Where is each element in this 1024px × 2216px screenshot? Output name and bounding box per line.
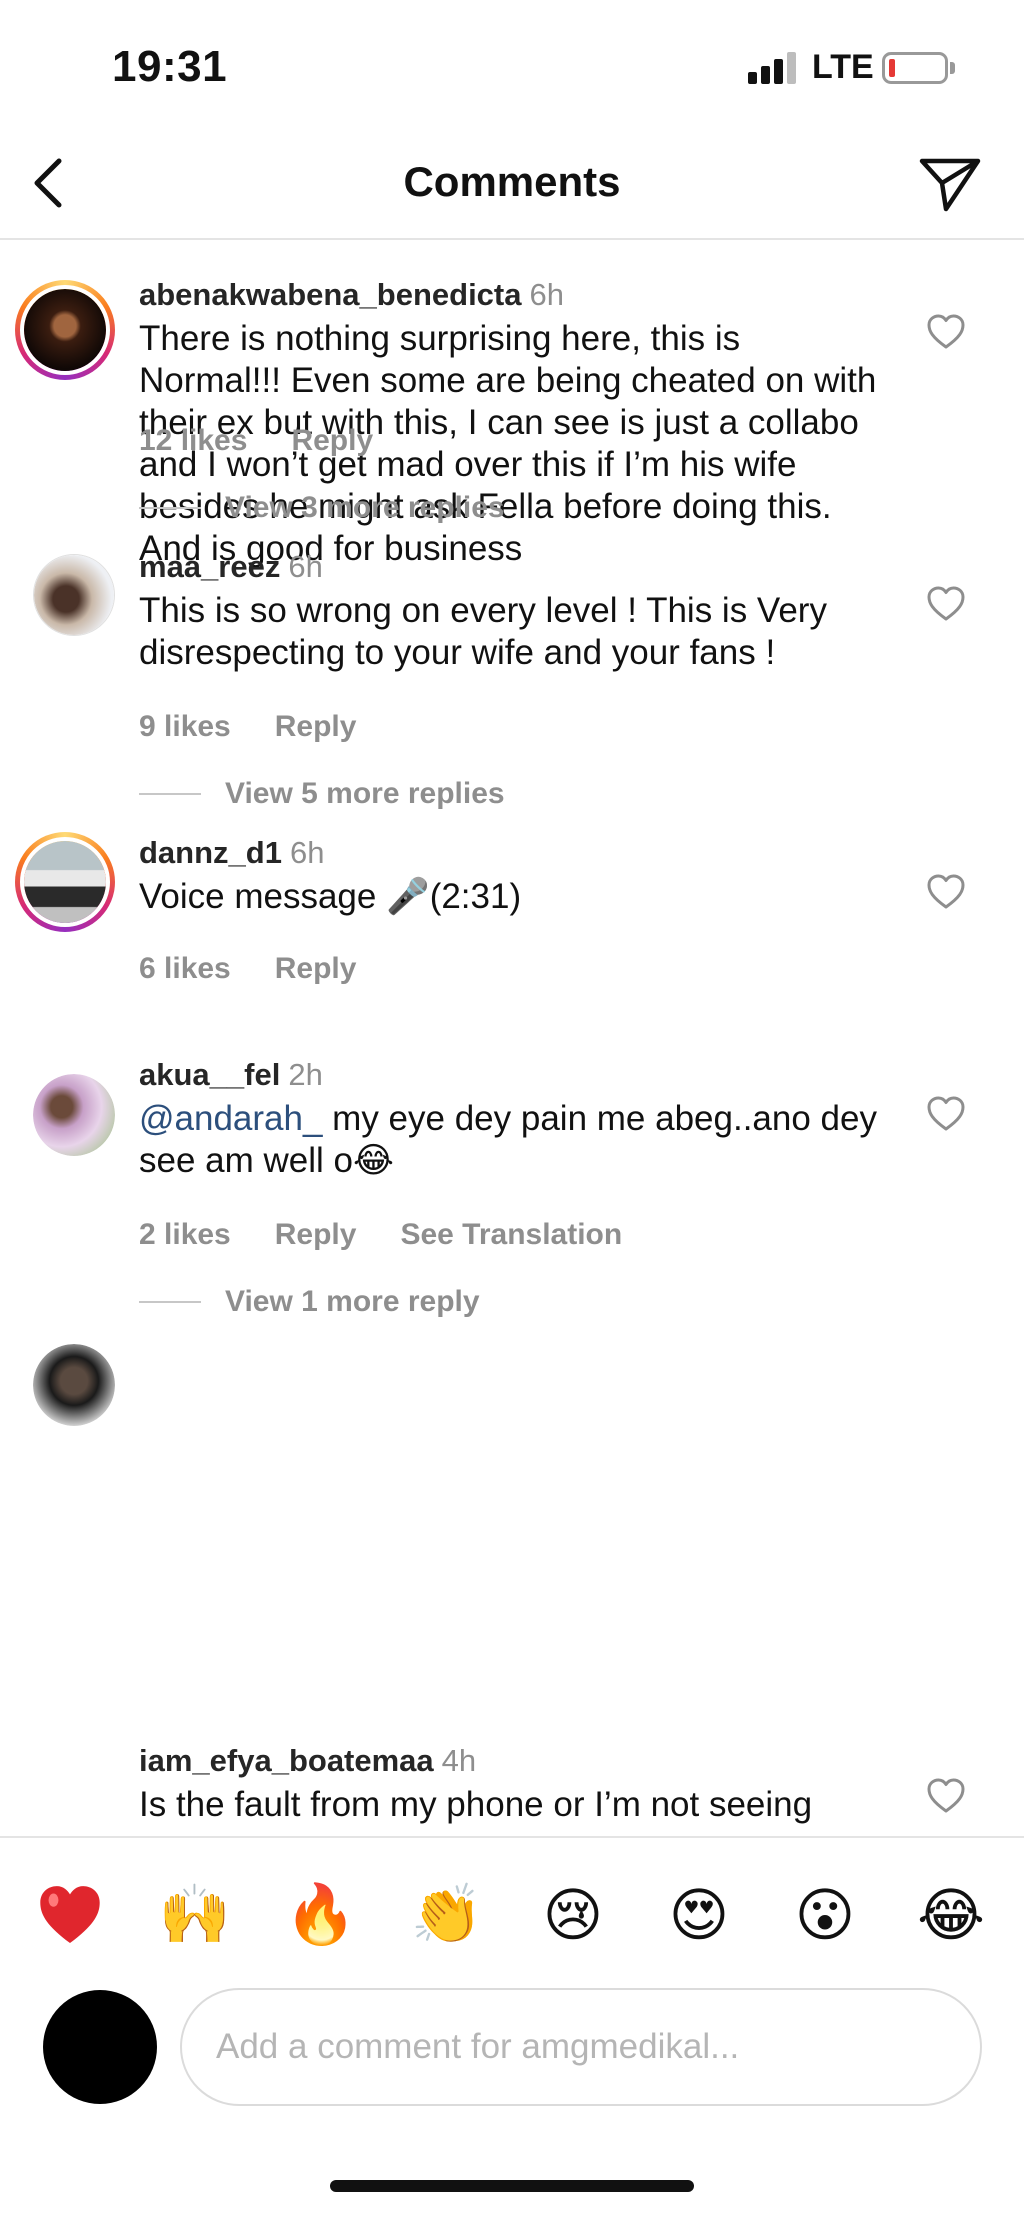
view-replies-label: View 3 more replies bbox=[225, 491, 505, 524]
heart-icon bbox=[927, 1778, 965, 1813]
network-type: LTE bbox=[812, 48, 874, 86]
clapping-hands-emoji[interactable]: 👏 bbox=[410, 1878, 484, 1952]
comment-actions: 2 likes Reply See Translation bbox=[139, 1218, 666, 1252]
avatar bbox=[43, 1990, 157, 2104]
status-time: 19:31 bbox=[112, 42, 228, 91]
surprised-face-emoji[interactable]: 😮 bbox=[788, 1878, 862, 1952]
see-translation-button[interactable]: See Translation bbox=[400, 1218, 622, 1251]
comment-meta: iam_efya_boatemaa 4h bbox=[139, 1742, 476, 1780]
reply-button[interactable]: Reply bbox=[275, 952, 357, 985]
comment-meta: maa_reez 6h bbox=[139, 548, 323, 586]
comment-text: Is the fault from my phone or I’m not se… bbox=[139, 1785, 813, 1824]
likes-count[interactable]: 12 likes bbox=[139, 424, 247, 457]
avatar[interactable] bbox=[15, 280, 115, 380]
comment-input[interactable] bbox=[180, 1988, 982, 2106]
heart-icon bbox=[927, 314, 965, 349]
view-replies-label: View 5 more replies bbox=[225, 777, 505, 810]
likes-count[interactable]: 2 likes bbox=[139, 1218, 231, 1251]
heart-icon bbox=[927, 874, 965, 909]
like-button[interactable] bbox=[926, 584, 966, 624]
avatar[interactable] bbox=[33, 1344, 115, 1426]
likes-count[interactable]: 9 likes bbox=[139, 710, 231, 743]
comment-actions: 6 likes Reply bbox=[139, 952, 400, 986]
quick-reactions-bar: 🙌 🔥 👏 😢 😍 😮 😂 bbox=[0, 1836, 1024, 1976]
fire-emoji[interactable]: 🔥 bbox=[284, 1878, 358, 1952]
heart-icon bbox=[927, 1096, 965, 1131]
comment-text: @andarah_ my eye dey pain me abeg..ano d… bbox=[139, 1098, 879, 1182]
avatar[interactable] bbox=[33, 554, 115, 636]
comment-username[interactable]: iam_efya_boatemaa bbox=[139, 1743, 434, 1778]
voice-message-label: Voice message bbox=[139, 877, 387, 916]
view-replies-button[interactable]: View 5 more replies bbox=[139, 774, 505, 814]
laughing-emoji[interactable]: 😂 bbox=[914, 1878, 988, 1952]
raising-hands-emoji[interactable]: 🙌 bbox=[158, 1878, 232, 1952]
comment-time: 6h bbox=[289, 835, 325, 870]
comment-text: This is so wrong on every level ! This i… bbox=[139, 591, 827, 672]
view-replies-label: View 1 more reply bbox=[225, 1285, 480, 1318]
page-title: Comments bbox=[403, 158, 621, 205]
comment-actions: 9 likes Reply bbox=[139, 710, 400, 744]
avatar[interactable] bbox=[33, 1074, 115, 1156]
heart-eyes-emoji[interactable]: 😍 bbox=[662, 1878, 736, 1952]
status-bar: 19:31 LTE bbox=[0, 0, 1024, 130]
cellular-signal-icon bbox=[748, 52, 800, 84]
comment-meta: akua__fel 2h bbox=[139, 1056, 323, 1094]
paper-plane-icon bbox=[919, 158, 981, 212]
comment-time: 4h bbox=[441, 1743, 477, 1778]
comment-time: 6h bbox=[288, 549, 323, 584]
comments-list[interactable]: abenakwabena_benedicta 6h There is nothin… bbox=[0, 242, 1024, 1836]
comment-meta: abenakwabena_benedicta 6h bbox=[139, 276, 564, 314]
like-button[interactable] bbox=[926, 312, 966, 352]
reply-button[interactable]: Reply bbox=[275, 710, 357, 743]
view-replies-button[interactable]: View 1 more reply bbox=[139, 1282, 480, 1322]
divider bbox=[139, 507, 201, 509]
comment-text: Voice message 🎤(2:31) bbox=[139, 876, 879, 918]
reply-button[interactable]: Reply bbox=[291, 424, 373, 457]
red-heart-emoji[interactable] bbox=[33, 1878, 107, 1952]
heart-icon bbox=[927, 586, 965, 621]
divider bbox=[139, 1301, 201, 1303]
comment-username[interactable]: akua__fel bbox=[139, 1057, 280, 1092]
comment-composer bbox=[0, 1976, 1024, 2146]
like-button[interactable] bbox=[926, 872, 966, 912]
like-button[interactable] bbox=[926, 1094, 966, 1134]
like-button[interactable] bbox=[926, 1776, 966, 1816]
comment-username[interactable]: maa_reez bbox=[139, 549, 280, 584]
comment-meta: dannz_d1 6h bbox=[139, 834, 324, 872]
laughing-emoji: 😂 bbox=[352, 1141, 394, 1180]
comment-actions: 12 likes Reply bbox=[139, 424, 417, 458]
battery-tip bbox=[950, 62, 955, 74]
comment-username[interactable]: abenakwabena_benedicta bbox=[139, 277, 522, 312]
comment-username[interactable]: dannz_d1 bbox=[139, 835, 282, 870]
share-button[interactable] bbox=[912, 146, 988, 222]
comment-time: 6h bbox=[529, 277, 564, 312]
avatar[interactable] bbox=[15, 832, 115, 932]
battery-icon bbox=[882, 52, 948, 84]
mention-link[interactable]: @andarah_ bbox=[139, 1099, 322, 1138]
header: Comments bbox=[0, 130, 1024, 240]
voice-message-duration: (2:31) bbox=[429, 877, 522, 916]
reply-button[interactable]: Reply bbox=[275, 1218, 357, 1251]
comment-time: 2h bbox=[288, 1057, 323, 1092]
microphone-icon: 🎤 bbox=[386, 877, 430, 916]
likes-count[interactable]: 6 likes bbox=[139, 952, 231, 985]
crying-face-emoji[interactable]: 😢 bbox=[536, 1878, 610, 1952]
view-replies-button[interactable]: View 3 more replies bbox=[139, 488, 505, 528]
home-indicator[interactable] bbox=[330, 2180, 694, 2192]
divider bbox=[139, 793, 201, 795]
